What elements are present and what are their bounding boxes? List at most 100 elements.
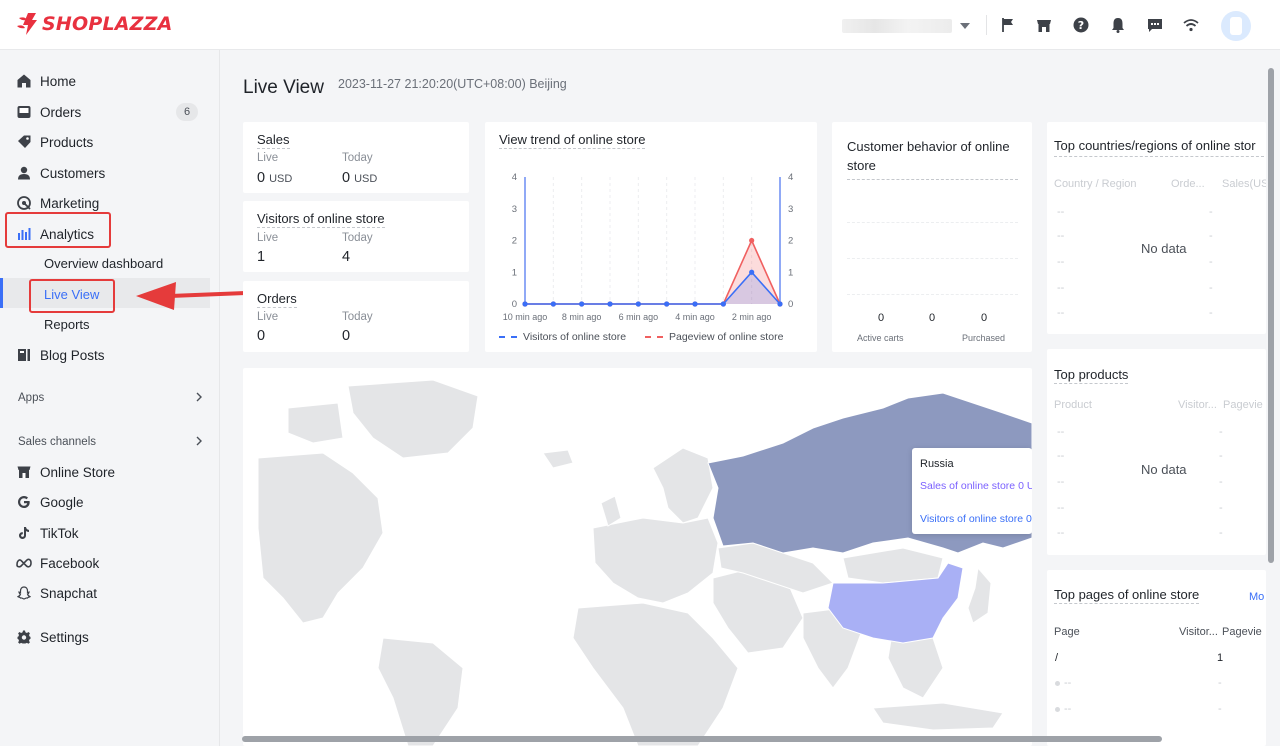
card-title: Top pages of online store xyxy=(1054,587,1200,604)
page-path[interactable]: / xyxy=(1055,652,1058,664)
column-header: Pagevie xyxy=(1223,399,1263,411)
tooltip-visitors: Visitors of online store 0 xyxy=(920,513,1032,525)
sidebar-item-facebook[interactable]: Facebook xyxy=(16,552,206,574)
legend-pageview: Pageview of online store xyxy=(645,331,783,343)
stat-value-live: 0 USD xyxy=(257,170,292,186)
top-bar: SHOPLAZZA ? xyxy=(0,0,1280,50)
flag-icon[interactable] xyxy=(998,15,1018,35)
world-map-card[interactable]: Russia Sales of online store 0 USD Visit… xyxy=(243,368,1032,746)
vertical-scrollbar-thumb[interactable] xyxy=(1268,68,1274,563)
tooltip-visitors-value: 0 xyxy=(1026,513,1032,525)
column-header: Product xyxy=(1054,399,1092,411)
page-pageviews: - xyxy=(1218,703,1222,715)
column-header: Sales(US xyxy=(1222,178,1266,190)
sidebar-item-blog[interactable]: Blog Posts xyxy=(16,344,206,366)
sidebar-item-products[interactable]: Products xyxy=(16,131,206,153)
sidebar-item-home[interactable]: Home xyxy=(16,70,206,92)
visitors-card: Visitors of online store Live Today 1 4 xyxy=(243,201,469,272)
behavior-value: 0 xyxy=(878,312,885,324)
stat-label-today: Today xyxy=(342,311,373,323)
bell-icon[interactable] xyxy=(1108,15,1128,35)
help-icon[interactable]: ? xyxy=(1071,15,1091,35)
horizontal-scrollbar-thumb[interactable] xyxy=(242,736,1162,742)
data-point xyxy=(777,301,783,307)
page-path: -- xyxy=(1055,703,1071,715)
chat-icon[interactable] xyxy=(1145,15,1165,35)
card-title: Top products xyxy=(1054,367,1129,384)
store-icon[interactable] xyxy=(1034,15,1054,35)
stat-label-live: Live xyxy=(257,152,279,164)
sidebar-item-google[interactable]: Google xyxy=(16,491,206,513)
sales-channels-section[interactable]: Sales channels xyxy=(18,433,203,451)
shoplazza-logo-icon xyxy=(17,13,37,35)
sidebar-item-marketing[interactable]: Marketing xyxy=(16,192,206,214)
title-underline xyxy=(847,179,1018,180)
no-data-message: No data xyxy=(1141,241,1187,256)
sidebar-subitem-reports[interactable]: Reports xyxy=(44,314,90,334)
sales-live-value: 0 xyxy=(257,170,266,186)
data-point xyxy=(607,301,613,307)
title-underline xyxy=(1054,156,1264,157)
legend-label: Pageview of online store xyxy=(669,331,784,343)
sidebar-item-settings[interactable]: Settings xyxy=(16,626,206,648)
card-title: Top countries/regions of online stor xyxy=(1054,138,1256,153)
stat-value-today: 4 xyxy=(342,249,351,265)
chevron-right-icon xyxy=(195,392,203,405)
column-header: Page xyxy=(1054,626,1080,638)
more-link[interactable]: Mo xyxy=(1249,591,1264,603)
page-pageviews: 1 xyxy=(1217,652,1224,664)
sidebar-item-customers[interactable]: Customers xyxy=(16,162,206,184)
wifi-icon[interactable] xyxy=(1181,15,1201,35)
y-tick-label-left: 4 xyxy=(512,172,517,183)
behavior-card: Customer behavior of online store 0 0 0 … xyxy=(832,122,1032,352)
no-data-message: No data xyxy=(1141,462,1187,477)
page-title: Live View xyxy=(243,77,324,98)
apps-section[interactable]: Apps xyxy=(18,389,203,407)
top-products-card: Top products Product Visitor... Pagevie … xyxy=(1047,349,1266,555)
page-path: -- xyxy=(1055,677,1071,689)
grid-line xyxy=(847,258,1018,259)
tooltip-sales-label: Sales of online store xyxy=(920,480,1016,492)
chevron-down-icon xyxy=(960,23,970,29)
y-tick-label-right: 1 xyxy=(788,267,793,278)
apps-section-label: Apps xyxy=(18,392,45,404)
avatar[interactable] xyxy=(1221,11,1251,41)
map-tooltip: Russia Sales of online store 0 USD Visit… xyxy=(912,448,1032,534)
sales-channels-label: Sales channels xyxy=(18,436,96,448)
y-tick-label-right: 4 xyxy=(788,172,793,183)
sidebar-item-tiktok[interactable]: TikTok xyxy=(16,522,206,544)
page-path-text: -- xyxy=(1064,677,1072,689)
behavior-value: 0 xyxy=(929,312,936,324)
svg-text:?: ? xyxy=(1078,19,1084,32)
sidebar-item-snapchat[interactable]: Snapchat xyxy=(16,582,206,604)
currency-unit: USD xyxy=(354,173,378,185)
sidebar-item-label: Blog Posts xyxy=(40,347,105,363)
data-point xyxy=(635,301,641,307)
y-tick-label-right: 2 xyxy=(788,236,793,247)
sidebar-subitem-overview[interactable]: Overview dashboard xyxy=(44,253,163,273)
grid-line xyxy=(847,222,1018,223)
sidebar-item-online-store[interactable]: Online Store xyxy=(16,461,206,483)
column-header: Country / Region xyxy=(1054,178,1137,190)
data-point xyxy=(579,301,585,307)
orders-icon xyxy=(16,104,32,120)
tooltip-country: Russia xyxy=(920,458,954,470)
sidebar-item-label: Google xyxy=(40,494,84,510)
data-point xyxy=(692,301,698,307)
page-timestamp: 2023-11-27 21:20:20(UTC+08:00) Beijing xyxy=(338,77,567,91)
sidebar-item-label: Marketing xyxy=(40,195,100,211)
x-tick-label: 6 min ago xyxy=(619,312,659,322)
highlight-box-analytics xyxy=(5,212,111,248)
orders-count-badge: 6 xyxy=(176,103,198,121)
blog-icon xyxy=(16,347,32,363)
sidebar-item-label: Products xyxy=(40,134,94,150)
stat-label-live: Live xyxy=(257,232,279,244)
stat-label-live: Live xyxy=(257,311,279,323)
tag-icon xyxy=(16,134,32,150)
y-tick-label-right: 3 xyxy=(788,204,793,215)
column-header: Visitor... xyxy=(1179,626,1218,638)
sidebar-item-label: Snapchat xyxy=(40,585,98,601)
sidebar-item-orders[interactable]: Orders 6 xyxy=(16,101,206,123)
store-selector[interactable] xyxy=(842,18,972,34)
logo[interactable]: SHOPLAZZA xyxy=(16,12,173,36)
